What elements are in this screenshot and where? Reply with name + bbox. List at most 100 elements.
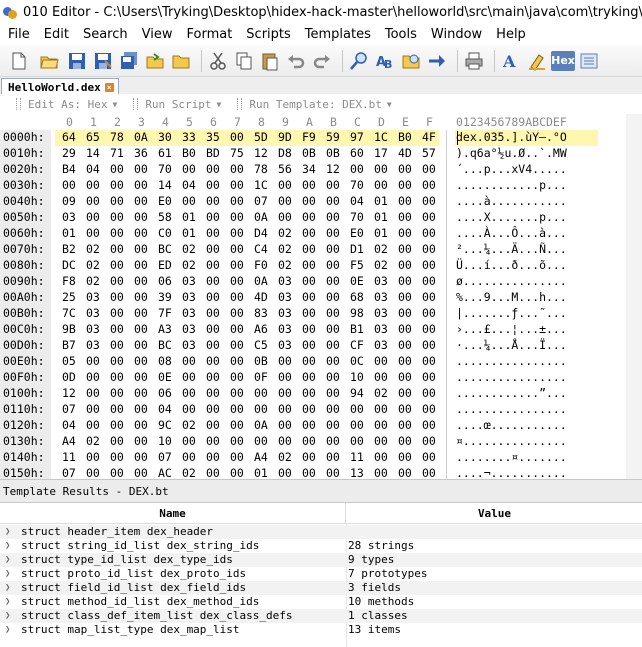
menu-search[interactable]: Search	[76, 27, 135, 42]
hex-byte[interactable]: 00	[374, 434, 390, 448]
hex-byte[interactable]: 00	[86, 178, 102, 192]
hex-byte[interactable]: 00	[110, 290, 126, 304]
hex-byte[interactable]: 00	[326, 322, 342, 336]
hex-byte[interactable]: 03	[86, 322, 102, 336]
hex-byte[interactable]: BC	[158, 338, 174, 352]
hex-byte[interactable]: 00	[326, 466, 342, 479]
hex-byte[interactable]: 04	[350, 194, 366, 208]
hex-byte[interactable]: BD	[206, 146, 222, 160]
hex-byte[interactable]: 36	[134, 146, 150, 160]
hex-byte[interactable]: 70	[350, 210, 366, 224]
hex-byte[interactable]: 00	[398, 290, 414, 304]
hex-byte[interactable]: 00	[326, 194, 342, 208]
hex-byte[interactable]: 02	[182, 258, 198, 272]
expand-arrow-icon[interactable]: ❯	[5, 567, 10, 581]
hex-byte[interactable]: 7C	[62, 306, 78, 320]
hex-byte[interactable]: 00	[422, 162, 438, 176]
hex-byte[interactable]: 97	[350, 130, 366, 144]
hex-byte[interactable]: 02	[374, 386, 390, 400]
hex-byte[interactable]: 03	[182, 338, 198, 352]
hex-byte[interactable]: 00	[110, 306, 126, 320]
hex-byte[interactable]: 03	[182, 290, 198, 304]
hex-byte[interactable]: 00	[134, 226, 150, 240]
find-icon[interactable]	[348, 50, 370, 72]
hex-byte[interactable]: 00	[398, 162, 414, 176]
hex-byte[interactable]: 03	[278, 274, 294, 288]
hex-byte[interactable]: 00	[134, 210, 150, 224]
hex-byte[interactable]: 00	[230, 386, 246, 400]
hex-byte[interactable]: 00	[230, 322, 246, 336]
hex-byte[interactable]: 58	[158, 210, 174, 224]
hex-byte[interactable]: 00	[134, 338, 150, 352]
hex-byte[interactable]: 00	[398, 226, 414, 240]
hex-byte[interactable]: 00	[422, 466, 438, 479]
hex-byte[interactable]: 02	[278, 450, 294, 464]
hex-byte[interactable]: 00	[134, 306, 150, 320]
hex-byte[interactable]: 00	[230, 370, 246, 384]
hex-byte[interactable]: 00	[86, 418, 102, 432]
hex-byte[interactable]: 00	[134, 386, 150, 400]
hex-byte[interactable]: B0	[398, 130, 414, 144]
hex-byte[interactable]: 00	[422, 178, 438, 192]
hex-byte[interactable]: 00	[110, 386, 126, 400]
hex-byte[interactable]: 00	[302, 466, 318, 479]
hex-byte[interactable]: 00	[326, 210, 342, 224]
menu-tools[interactable]: Tools	[378, 27, 424, 42]
menu-window[interactable]: Window	[424, 27, 489, 42]
hex-byte[interactable]: 01	[374, 226, 390, 240]
hex-byte[interactable]: 00	[230, 306, 246, 320]
hex-byte[interactable]: 00	[206, 402, 222, 416]
hex-byte[interactable]: 00	[422, 370, 438, 384]
copy-icon[interactable]	[233, 50, 255, 72]
hex-byte[interactable]: 00	[398, 450, 414, 464]
hex-byte[interactable]: 59	[326, 130, 342, 144]
ascii-text[interactable]: ›...£...¦...±...	[456, 322, 596, 336]
hex-byte[interactable]: 00	[230, 274, 246, 288]
hex-byte[interactable]: 00	[206, 210, 222, 224]
ascii-text[interactable]: |.......ƒ...˜...	[456, 306, 596, 320]
hex-byte[interactable]: 9B	[62, 322, 78, 336]
hex-byte[interactable]: 00	[206, 338, 222, 352]
hex-byte[interactable]: 83	[254, 306, 270, 320]
run-template-dropdown[interactable]: Run Template: DEX.bt ▼	[249, 98, 391, 111]
ascii-text[interactable]: ........¤.......	[456, 450, 596, 464]
hex-edit-icon[interactable]	[578, 50, 600, 72]
hex-byte[interactable]: 00	[110, 162, 126, 176]
highlight-icon[interactable]	[526, 50, 548, 72]
hex-byte[interactable]: 00	[62, 178, 78, 192]
hex-byte[interactable]: 00	[398, 466, 414, 479]
hex-byte[interactable]: 00	[398, 434, 414, 448]
template-result-row[interactable]: ❯ struct map_list_type dex_map_list 13 ite…	[0, 623, 642, 637]
hex-byte[interactable]: 30	[158, 130, 174, 144]
hex-byte[interactable]: 04	[182, 178, 198, 192]
hex-byte[interactable]: 00	[206, 354, 222, 368]
hex-byte[interactable]: 03	[86, 290, 102, 304]
hex-byte[interactable]: 00	[134, 434, 150, 448]
save-as-icon[interactable]	[92, 50, 114, 72]
hex-byte[interactable]: 03	[278, 322, 294, 336]
hex-byte[interactable]: 00	[134, 370, 150, 384]
hex-byte[interactable]: 0E	[158, 370, 174, 384]
hex-byte[interactable]: 03	[374, 290, 390, 304]
hex-byte[interactable]: 00	[302, 418, 318, 432]
hex-byte[interactable]: E0	[350, 226, 366, 240]
hex-byte[interactable]: 00	[398, 418, 414, 432]
hex-byte[interactable]: 10	[350, 370, 366, 384]
hex-byte[interactable]: 13	[350, 466, 366, 479]
hex-byte[interactable]: B0	[182, 146, 198, 160]
hex-byte[interactable]: 01	[182, 226, 198, 240]
template-result-row[interactable]: ❯ struct type_id_list dex_type_ids 9 types	[0, 553, 642, 567]
hex-byte[interactable]: 00	[326, 226, 342, 240]
hex-byte[interactable]: 34	[302, 162, 318, 176]
hex-byte[interactable]: 00	[134, 242, 150, 256]
hex-byte[interactable]: 00	[398, 178, 414, 192]
hex-byte[interactable]: 5D	[254, 130, 270, 144]
hex-byte[interactable]: 00	[110, 178, 126, 192]
hex-byte[interactable]: 00	[230, 130, 246, 144]
hex-byte[interactable]: 00	[374, 354, 390, 368]
menu-file[interactable]: File	[0, 27, 37, 42]
hex-byte[interactable]: 11	[350, 450, 366, 464]
hex-byte[interactable]: 00	[398, 242, 414, 256]
hex-byte[interactable]: 17	[374, 146, 390, 160]
hex-byte[interactable]: 1C	[374, 130, 390, 144]
